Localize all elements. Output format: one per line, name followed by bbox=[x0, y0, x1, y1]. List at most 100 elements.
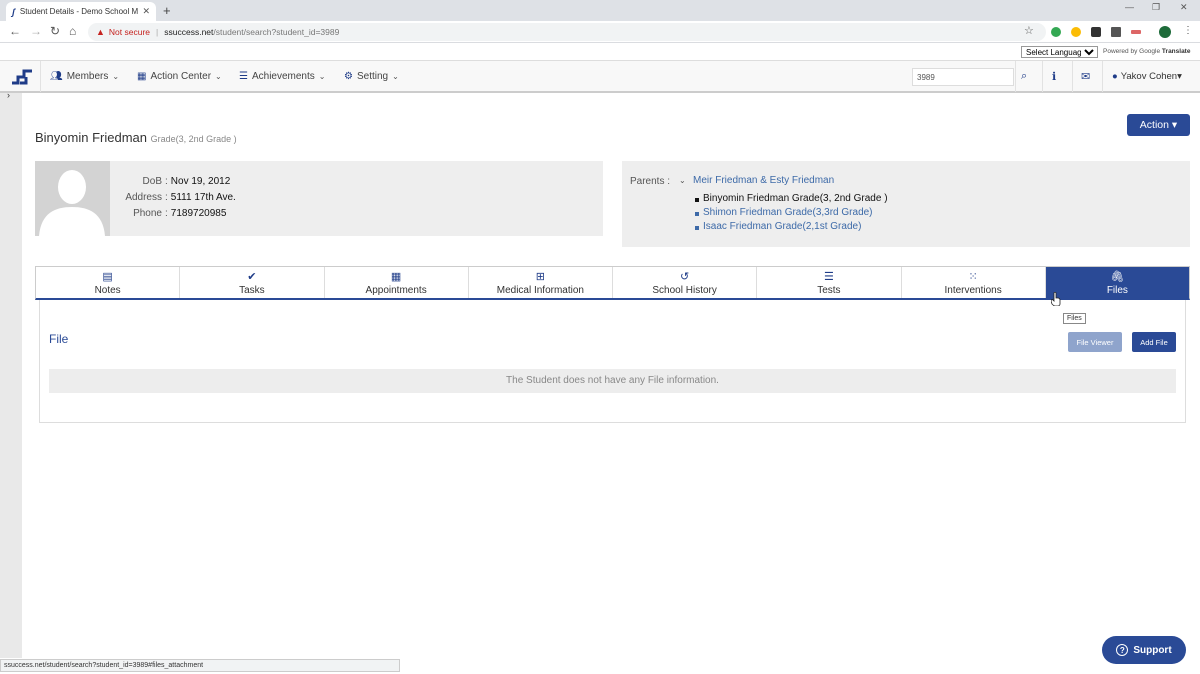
chevron-down-icon: ⌄ bbox=[392, 72, 399, 81]
phone-value: 7189720985 bbox=[170, 208, 227, 219]
app-logo-icon[interactable] bbox=[10, 68, 34, 86]
url-host: ssuccess.net bbox=[164, 27, 214, 37]
action-label: Action bbox=[1139, 119, 1169, 131]
url-separator: | bbox=[156, 27, 159, 37]
student-tabs: ▤ Notes ✔ Tasks ▦ Appointments ⊞ Medical Inf… bbox=[35, 266, 1190, 300]
nav-members-label: Members bbox=[66, 71, 109, 82]
student-name: Binyomin Friedman bbox=[35, 130, 147, 145]
extension-color-icon[interactable] bbox=[1071, 27, 1081, 37]
browser-tab[interactable]: ʃ Student Details - Demo School M ✕ bbox=[6, 2, 156, 21]
tab-school-history[interactable]: ↺ School History bbox=[613, 267, 758, 298]
nav-members[interactable]: 👥︎ Members ⌄ bbox=[50, 71, 119, 82]
nav-divider bbox=[1072, 61, 1073, 92]
calendar-icon: ▦ bbox=[137, 71, 147, 82]
caret-down-icon: ▾ bbox=[1177, 71, 1182, 82]
tab-tests-label: Tests bbox=[817, 285, 841, 296]
phone-row: Phone:7189720985 bbox=[110, 208, 410, 219]
extension-red-icon[interactable] bbox=[1131, 30, 1141, 34]
address-row: Address:5111 17th Ave. bbox=[110, 192, 410, 203]
reload-icon[interactable]: ↻ bbox=[50, 24, 60, 38]
empty-files-message: The Student does not have any File infor… bbox=[49, 369, 1176, 393]
nav-divider bbox=[40, 61, 41, 92]
tab-interventions[interactable]: ⁙ Interventions bbox=[901, 267, 1046, 298]
dob-label: DoB bbox=[142, 176, 162, 187]
close-tab-icon[interactable]: ✕ bbox=[142, 6, 150, 17]
medkit-icon: ⊞ bbox=[535, 271, 545, 283]
student-info-card: DoB: Nov 19, 2012 Address:5111 17th Ave. … bbox=[35, 161, 603, 236]
nav-action-center-label: Action Center bbox=[150, 71, 212, 82]
add-file-button[interactable]: Add File bbox=[1132, 332, 1176, 352]
tab-medical-information[interactable]: ⊞ Medical Information bbox=[468, 267, 613, 298]
tab-school-history-label: School History bbox=[652, 285, 717, 296]
parents-link[interactable]: Meir Friedman & Esty Friedman bbox=[693, 175, 834, 186]
extension-notion-icon[interactable] bbox=[1111, 27, 1121, 37]
forward-icon[interactable]: → bbox=[30, 24, 42, 38]
user-menu[interactable]: ● Yakov Cohen▾ bbox=[1112, 71, 1182, 82]
user-icon: ● bbox=[1112, 71, 1118, 82]
tab-tasks[interactable]: ✔ Tasks bbox=[180, 267, 325, 298]
tab-notes-label: Notes bbox=[94, 285, 121, 296]
nav-setting[interactable]: ⚙ Setting ⌄ bbox=[344, 71, 399, 82]
nav-action-center[interactable]: ▦ Action Center ⌄ bbox=[137, 71, 222, 82]
address-label: Address bbox=[125, 192, 162, 203]
file-section-title: File bbox=[49, 332, 69, 346]
search-icon[interactable]: ⌕ bbox=[1021, 70, 1027, 83]
tab-appointments[interactable]: ▦ Appointments bbox=[324, 267, 469, 298]
list-icon: ☰ bbox=[239, 71, 248, 82]
checkmark-icon: ✔ bbox=[247, 271, 257, 283]
tab-files[interactable]: 🖇︎ Files bbox=[1045, 267, 1189, 298]
expand-sidebar-icon[interactable]: › bbox=[7, 90, 10, 100]
bookmark-star-icon[interactable]: ☆ bbox=[1024, 24, 1034, 37]
student-avatar bbox=[35, 161, 110, 236]
nav-achievements[interactable]: ☰ Achievements ⌄ bbox=[239, 71, 325, 82]
minimize-icon[interactable]: — bbox=[1125, 2, 1134, 12]
tab-tests[interactable]: ☰ Tests bbox=[757, 267, 902, 298]
translate-bar: Select Language Powered by Google Transl… bbox=[0, 44, 1200, 60]
action-button[interactable]: Action ▾ bbox=[1127, 114, 1190, 136]
student-grade: Grade(3, 2nd Grade ) bbox=[150, 134, 237, 144]
dob-value: Nov 19, 2012 bbox=[170, 176, 231, 187]
gear-icon: ⚙ bbox=[344, 71, 353, 82]
tab-files-label: Files bbox=[1106, 285, 1128, 296]
chevron-down-icon: ⌄ bbox=[112, 72, 120, 81]
home-icon[interactable]: ⌂ bbox=[69, 24, 76, 38]
tab-interventions-label: Interventions bbox=[944, 285, 1002, 296]
browser-menu-icon[interactable]: ⋮ bbox=[1183, 25, 1193, 36]
close-window-icon[interactable]: ✕ bbox=[1180, 2, 1188, 13]
support-button[interactable]: ? Support bbox=[1102, 636, 1186, 664]
file-viewer-button[interactable]: File Viewer bbox=[1068, 332, 1122, 352]
sibling-item-shimon[interactable]: Shimon Friedman Grade(3,3rd Grade) bbox=[695, 207, 888, 221]
tab-notes[interactable]: ▤ Notes bbox=[36, 267, 181, 298]
powered-by-label: Powered by bbox=[1103, 48, 1138, 55]
language-select[interactable]: Select Language bbox=[1021, 46, 1098, 58]
document-icon: ▤ bbox=[102, 271, 113, 283]
paperclip-icon: 🖇︎ bbox=[1110, 271, 1125, 283]
extension-dark-icon[interactable] bbox=[1091, 27, 1101, 37]
url-field[interactable]: ▲ Not secure | ssuccess.net /student/sea… bbox=[88, 23, 1046, 41]
info-icon[interactable]: ℹ bbox=[1052, 70, 1056, 83]
profile-avatar-icon[interactable] bbox=[1159, 26, 1171, 38]
mail-icon[interactable]: ✉ bbox=[1081, 70, 1090, 83]
student-title: Binyomin Friedman Grade(3, 2nd Grade ) bbox=[35, 130, 237, 145]
nav-achievements-label: Achievements bbox=[251, 71, 315, 82]
restore-icon[interactable]: ❐ bbox=[1152, 2, 1160, 13]
back-icon[interactable]: ← bbox=[9, 24, 21, 38]
site-favicon-icon: ʃ bbox=[12, 6, 15, 17]
nav-setting-label: Setting bbox=[356, 71, 389, 82]
new-tab-icon[interactable]: + bbox=[163, 3, 171, 18]
address-bar-row: ← → ↻ ⌂ ▲ Not secure | ssuccess.net /stu… bbox=[0, 21, 1200, 43]
url-path: /student/search?student_id=3989 bbox=[213, 27, 340, 37]
browser-tab-bar: ʃ Student Details - Demo School M ✕ + — … bbox=[0, 0, 1200, 21]
sibling-item-isaac[interactable]: Isaac Friedman Grade(2,1st Grade) bbox=[695, 221, 888, 235]
address-value: 5111 17th Ave. bbox=[170, 192, 236, 203]
browser-status-url: ssuccess.net/student/search?student_id=3… bbox=[0, 659, 400, 672]
user-name: Yakov Cohen bbox=[1120, 71, 1178, 82]
browser-tab-title: Student Details - Demo School M bbox=[19, 7, 139, 16]
person-silhouette-icon bbox=[35, 161, 110, 236]
grid-icon: ⁙ bbox=[968, 271, 978, 283]
student-search-input[interactable] bbox=[912, 68, 1014, 86]
nav-divider bbox=[1102, 61, 1103, 92]
extension-grammarly-icon[interactable] bbox=[1051, 27, 1061, 37]
parents-card: Parents : ⌄ Meir Friedman & Esty Friedma… bbox=[622, 161, 1190, 247]
chevron-down-icon[interactable]: ⌄ bbox=[679, 176, 686, 185]
